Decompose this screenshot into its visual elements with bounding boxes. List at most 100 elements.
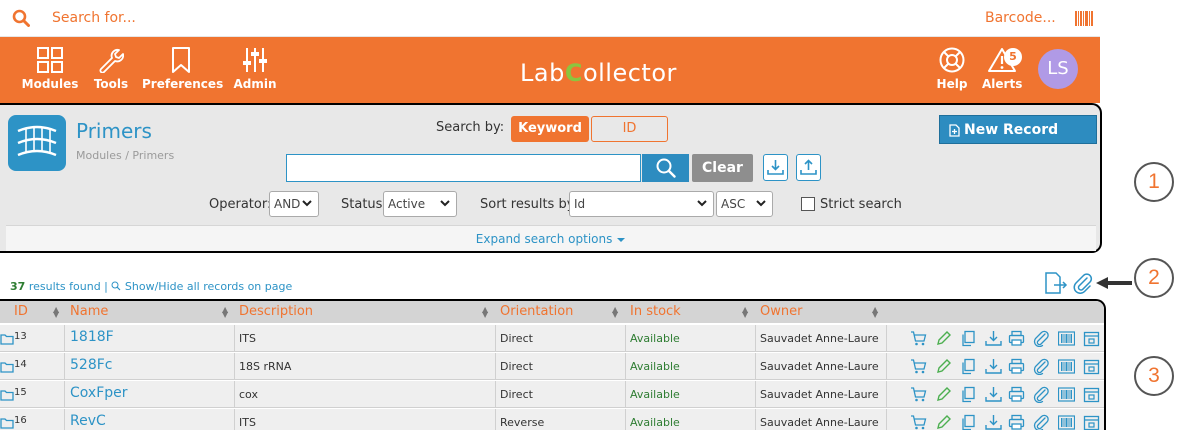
calendar-archive-icon[interactable]: [1083, 386, 1100, 403]
calendar-archive-icon[interactable]: [1083, 358, 1100, 375]
show-hide-records-link[interactable]: Show/Hide all records on page: [125, 280, 292, 293]
search-icon[interactable]: [12, 9, 30, 27]
id-toggle-button[interactable]: ID: [591, 116, 668, 142]
nav-admin-label: Admin: [233, 77, 277, 91]
keyword-toggle-button[interactable]: Keyword: [511, 116, 589, 142]
calendar-archive-icon[interactable]: [1083, 414, 1100, 430]
duplicate-icon[interactable]: [960, 358, 977, 375]
folder-icon[interactable]: [0, 417, 14, 429]
nav-help[interactable]: Help: [934, 37, 970, 103]
status-select[interactable]: Active: [383, 191, 457, 217]
nav-tools[interactable]: Tools: [90, 37, 132, 103]
record-name-link[interactable]: 1818F: [70, 329, 114, 345]
clear-button[interactable]: Clear: [692, 154, 753, 182]
column-header-in-stock[interactable]: In stock: [630, 304, 681, 319]
barcode-icon[interactable]: [1058, 330, 1076, 347]
edit-pencil-icon[interactable]: [935, 358, 952, 375]
duplicate-icon[interactable]: [960, 330, 977, 347]
table-row[interactable]: 14 528Fc 18S rRNA Direct Available Sauva…: [0, 353, 1104, 380]
column-divider: [234, 381, 235, 408]
cart-icon[interactable]: [910, 414, 927, 430]
cart-icon[interactable]: [910, 386, 927, 403]
record-name-link[interactable]: RevC: [70, 413, 106, 429]
paperclip-icon[interactable]: [1033, 330, 1050, 348]
record-name-link[interactable]: 528Fc: [70, 357, 112, 373]
sort-field-select[interactable]: Id: [569, 191, 714, 217]
column-header-orientation[interactable]: Orientation: [500, 304, 573, 319]
operator-value: AND: [274, 197, 301, 211]
operator-select[interactable]: AND: [269, 191, 319, 217]
barcode-icon[interactable]: [1058, 358, 1076, 375]
print-icon[interactable]: [1008, 358, 1025, 375]
sort-arrows-icon[interactable]: ▲ ▼: [742, 306, 748, 319]
upload-icon: [800, 159, 817, 175]
edit-pencil-icon[interactable]: [935, 386, 952, 403]
operator-label: Operator:: [209, 197, 272, 212]
table-row[interactable]: 13 1818F ITS Direct Available Sauvadet A…: [0, 325, 1104, 352]
barcode-input[interactable]: Barcode...: [985, 10, 1056, 26]
download-icon[interactable]: [985, 386, 1002, 403]
nav-preferences-label: Preferences: [142, 77, 224, 91]
barcode-icon[interactable]: [1058, 414, 1076, 430]
sort-arrows-icon[interactable]: ▲ ▼: [53, 306, 59, 319]
cart-icon[interactable]: [910, 330, 927, 347]
sort-arrows-icon[interactable]: ▲ ▼: [482, 306, 488, 319]
folder-icon[interactable]: [0, 361, 14, 373]
column-header-name[interactable]: Name: [70, 304, 108, 319]
search-by-label: Search by:: [436, 120, 505, 135]
duplicate-icon[interactable]: [960, 386, 977, 403]
sort-arrows-icon[interactable]: ▲ ▼: [222, 306, 228, 319]
barcode-icon[interactable]: [1075, 11, 1093, 26]
nav-modules[interactable]: Modules: [20, 37, 80, 103]
lifebuoy-icon: [939, 47, 965, 73]
sort-arrows-icon[interactable]: ▲ ▼: [872, 306, 878, 319]
export-button[interactable]: [796, 154, 821, 181]
table-header: ID ▲ ▼ Name ▲ ▼ Description ▲ ▼ Orientation…: [0, 301, 1104, 323]
sort-arrows-icon[interactable]: ▲ ▼: [612, 306, 618, 319]
cart-icon[interactable]: [910, 358, 927, 375]
record-stock-status: Available: [630, 416, 680, 429]
record-id: 14: [14, 359, 27, 370]
nav-admin[interactable]: Admin: [232, 37, 278, 103]
column-header-owner[interactable]: Owner: [760, 304, 802, 319]
breadcrumb[interactable]: Modules / Primers: [76, 149, 174, 162]
download-icon[interactable]: [985, 358, 1002, 375]
paperclip-icon[interactable]: [1033, 358, 1050, 376]
download-icon[interactable]: [985, 414, 1002, 430]
folder-icon[interactable]: [0, 389, 14, 401]
edit-pencil-icon[interactable]: [935, 330, 952, 347]
search-submit-button[interactable]: [642, 154, 689, 182]
sort-order-select[interactable]: ASC: [716, 191, 773, 217]
results-summary: 37 results found | Show/Hide all records…: [10, 280, 292, 293]
nav-preferences[interactable]: Preferences: [142, 37, 224, 103]
new-record-button[interactable]: New Record: [939, 115, 1097, 144]
keyword-search-input[interactable]: [286, 154, 641, 182]
calendar-archive-icon[interactable]: [1083, 330, 1100, 347]
chevron-down-icon: [302, 200, 312, 207]
paperclip-icon[interactable]: [1033, 386, 1050, 404]
print-icon[interactable]: [1008, 386, 1025, 403]
wrench-icon: [99, 48, 124, 73]
import-button[interactable]: [763, 154, 788, 181]
edit-pencil-icon[interactable]: [935, 414, 952, 430]
record-name-link[interactable]: CoxFper: [70, 385, 128, 401]
print-icon[interactable]: [1008, 330, 1025, 347]
folder-icon[interactable]: [0, 333, 14, 345]
table-row[interactable]: 16 RevC ITS Reverse Available Sauvadet A…: [0, 409, 1104, 430]
paperclip-icon[interactable]: [1033, 414, 1050, 430]
duplicate-icon[interactable]: [960, 414, 977, 430]
barcode-icon[interactable]: [1058, 386, 1076, 403]
global-search-input[interactable]: Search for...: [52, 10, 136, 26]
table-row[interactable]: 15 CoxFper cox Direct Available Sauvadet…: [0, 381, 1104, 408]
export-file-icon[interactable]: [1044, 272, 1068, 294]
column-header-description[interactable]: Description: [239, 304, 313, 319]
column-header-id[interactable]: ID: [14, 304, 28, 319]
paperclip-icon[interactable]: [1073, 272, 1093, 294]
expand-search-options[interactable]: Expand search options: [6, 225, 1096, 251]
nav-alerts[interactable]: Alerts: [982, 37, 1022, 103]
column-divider: [64, 381, 65, 408]
print-icon[interactable]: [1008, 414, 1025, 430]
strict-search-checkbox[interactable]: [801, 197, 815, 211]
user-avatar[interactable]: LS: [1038, 49, 1078, 89]
download-icon[interactable]: [985, 330, 1002, 347]
